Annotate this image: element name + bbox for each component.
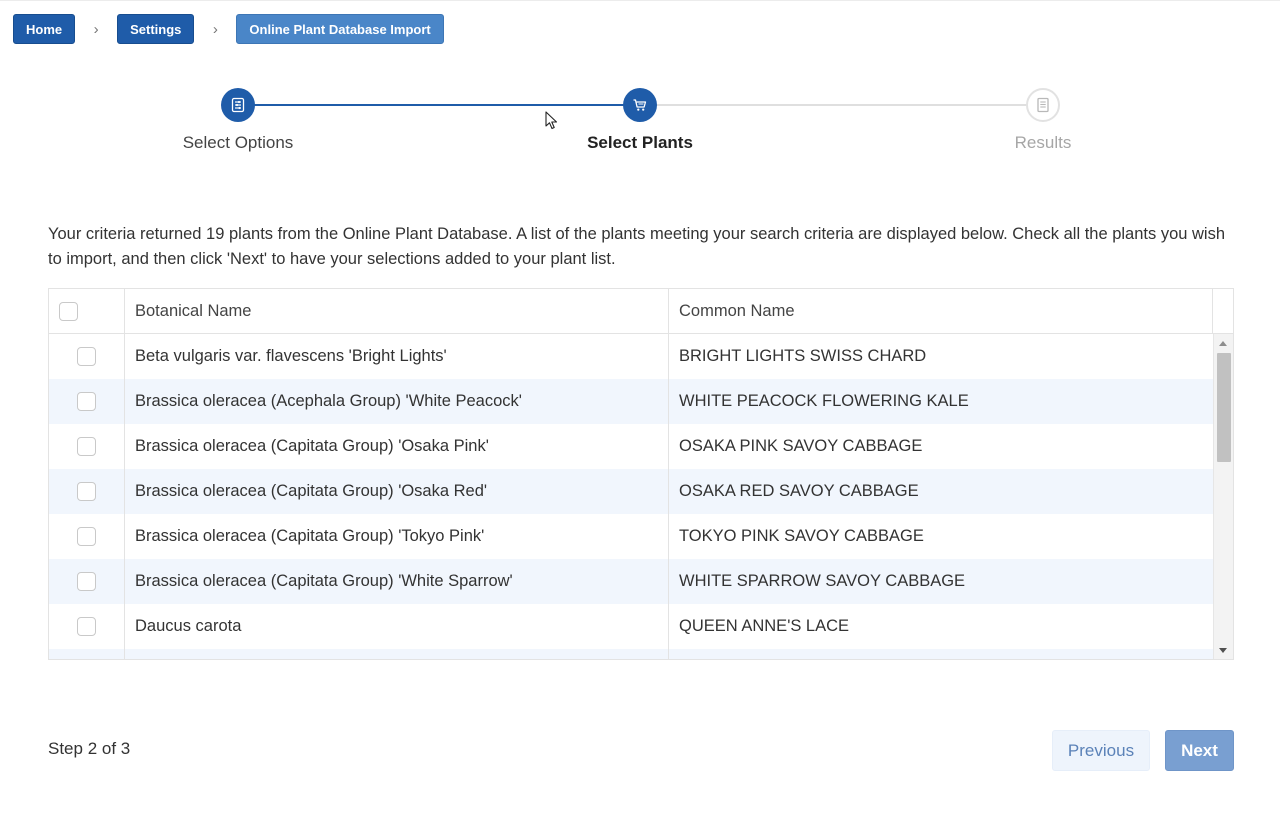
breadcrumb-settings[interactable]: Settings xyxy=(117,14,195,44)
row-checkbox[interactable] xyxy=(77,617,96,636)
step-connector-complete xyxy=(253,104,624,106)
list-settings-icon xyxy=(231,97,245,113)
instructions-text: Your criteria returned 19 plants from th… xyxy=(48,225,1226,268)
row-checkbox[interactable] xyxy=(77,392,96,411)
plants-table: Botanical Name Common Name Beta vulgaris… xyxy=(48,288,1234,660)
common-name-cell: TOKYO PINK SAVOY CABBAGE xyxy=(679,527,924,545)
table-row[interactable]: Brassica oleracea (Capitata Group) 'Whit… xyxy=(49,559,1213,604)
botanical-name-cell: Brassica oleracea (Capitata Group) 'Toky… xyxy=(125,514,669,559)
scroll-down-arrow-icon[interactable] xyxy=(1219,648,1227,653)
document-icon xyxy=(1037,97,1049,113)
table-row[interactable]: Daucus carota QUEEN ANNE'S LACE xyxy=(49,604,1213,649)
row-checkbox-cell xyxy=(49,469,125,514)
table-header: Botanical Name Common Name xyxy=(49,289,1233,334)
row-checkbox-cell xyxy=(49,379,125,424)
common-name-cell: QUEEN ANNE'S LACE xyxy=(679,617,850,635)
table-row[interactable]: Beta vulgaris var. flavescens 'Bright Li… xyxy=(49,334,1213,379)
common-name-cell: WHITE PEACOCK FLOWERING KALE xyxy=(679,392,969,410)
row-checkbox-cell xyxy=(49,559,125,604)
common-name-cell: BRIGHT LIGHTS SWISS CHARD xyxy=(679,347,927,365)
scroll-up-arrow-icon[interactable] xyxy=(1219,341,1227,346)
table-row-partial[interactable] xyxy=(49,649,1213,659)
common-name-cell: WHITE SPARROW SAVOY CABBAGE xyxy=(679,572,966,590)
scrollbar-thumb[interactable] xyxy=(1217,353,1231,462)
table-row[interactable]: Brassica oleracea (Capitata Group) 'Toky… xyxy=(49,514,1213,559)
row-checkbox-cell xyxy=(49,424,125,469)
breadcrumb-separator-icon: › xyxy=(93,20,99,38)
step-1-label: Select Options xyxy=(182,133,294,152)
row-checkbox[interactable] xyxy=(77,437,96,456)
breadcrumb: Home › Settings › Online Plant Database … xyxy=(13,14,444,44)
step-1-circle[interactable] xyxy=(221,88,255,122)
previous-button[interactable]: Previous xyxy=(1052,730,1150,771)
botanical-name-cell: Brassica oleracea (Capitata Group) 'Whit… xyxy=(125,559,669,604)
row-checkbox-cell xyxy=(49,334,125,379)
common-name-cell xyxy=(669,649,1213,659)
step-2-circle[interactable] xyxy=(623,88,657,122)
wizard-stepper: Select Options Select Plants Results xyxy=(0,88,1280,168)
header-common-name[interactable]: Common Name xyxy=(669,289,1213,333)
header-checkbox-cell xyxy=(49,289,125,333)
breadcrumb-home[interactable]: Home xyxy=(13,14,76,44)
common-name-cell: OSAKA PINK SAVOY CABBAGE xyxy=(679,437,923,455)
breadcrumb-separator-icon: › xyxy=(212,20,218,38)
top-border xyxy=(0,0,1280,1)
header-scrollbar-spacer xyxy=(1213,289,1233,333)
row-checkbox[interactable] xyxy=(77,572,96,591)
botanical-name-cell: Beta vulgaris var. flavescens 'Bright Li… xyxy=(125,334,669,379)
breadcrumb-current[interactable]: Online Plant Database Import xyxy=(236,14,444,44)
row-checkbox-cell xyxy=(49,604,125,649)
table-row[interactable]: Brassica oleracea (Capitata Group) 'Osak… xyxy=(49,469,1213,514)
botanical-name-cell: Brassica oleracea (Capitata Group) 'Osak… xyxy=(125,469,669,514)
mouse-cursor-icon xyxy=(545,111,558,130)
cart-icon xyxy=(633,99,647,111)
row-checkbox-cell xyxy=(49,649,125,659)
row-checkbox[interactable] xyxy=(77,347,96,366)
step-connector-pending xyxy=(656,104,1027,106)
common-name-cell: OSAKA RED SAVOY CABBAGE xyxy=(679,482,919,500)
step-counter: Step 2 of 3 xyxy=(48,739,131,758)
row-checkbox-cell xyxy=(49,514,125,559)
table-body: Beta vulgaris var. flavescens 'Bright Li… xyxy=(49,334,1213,659)
step-2-label: Select Plants xyxy=(587,133,693,152)
botanical-name-cell: Brassica oleracea (Capitata Group) 'Osak… xyxy=(125,424,669,469)
botanical-name-cell: Brassica oleracea (Acephala Group) 'Whit… xyxy=(125,379,669,424)
step-3-label: Results xyxy=(1014,133,1072,152)
table-row[interactable]: Brassica oleracea (Capitata Group) 'Osak… xyxy=(49,424,1213,469)
botanical-name-cell xyxy=(125,649,669,659)
header-botanical-name[interactable]: Botanical Name xyxy=(125,289,669,333)
row-checkbox[interactable] xyxy=(77,527,96,546)
table-scrollbar[interactable] xyxy=(1213,334,1233,659)
botanical-name-cell: Daucus carota xyxy=(125,604,669,649)
table-row[interactable]: Brassica oleracea (Acephala Group) 'Whit… xyxy=(49,379,1213,424)
step-3-circle xyxy=(1026,88,1060,122)
select-all-checkbox[interactable] xyxy=(59,301,78,321)
next-button[interactable]: Next xyxy=(1165,730,1234,771)
row-checkbox[interactable] xyxy=(77,482,96,501)
